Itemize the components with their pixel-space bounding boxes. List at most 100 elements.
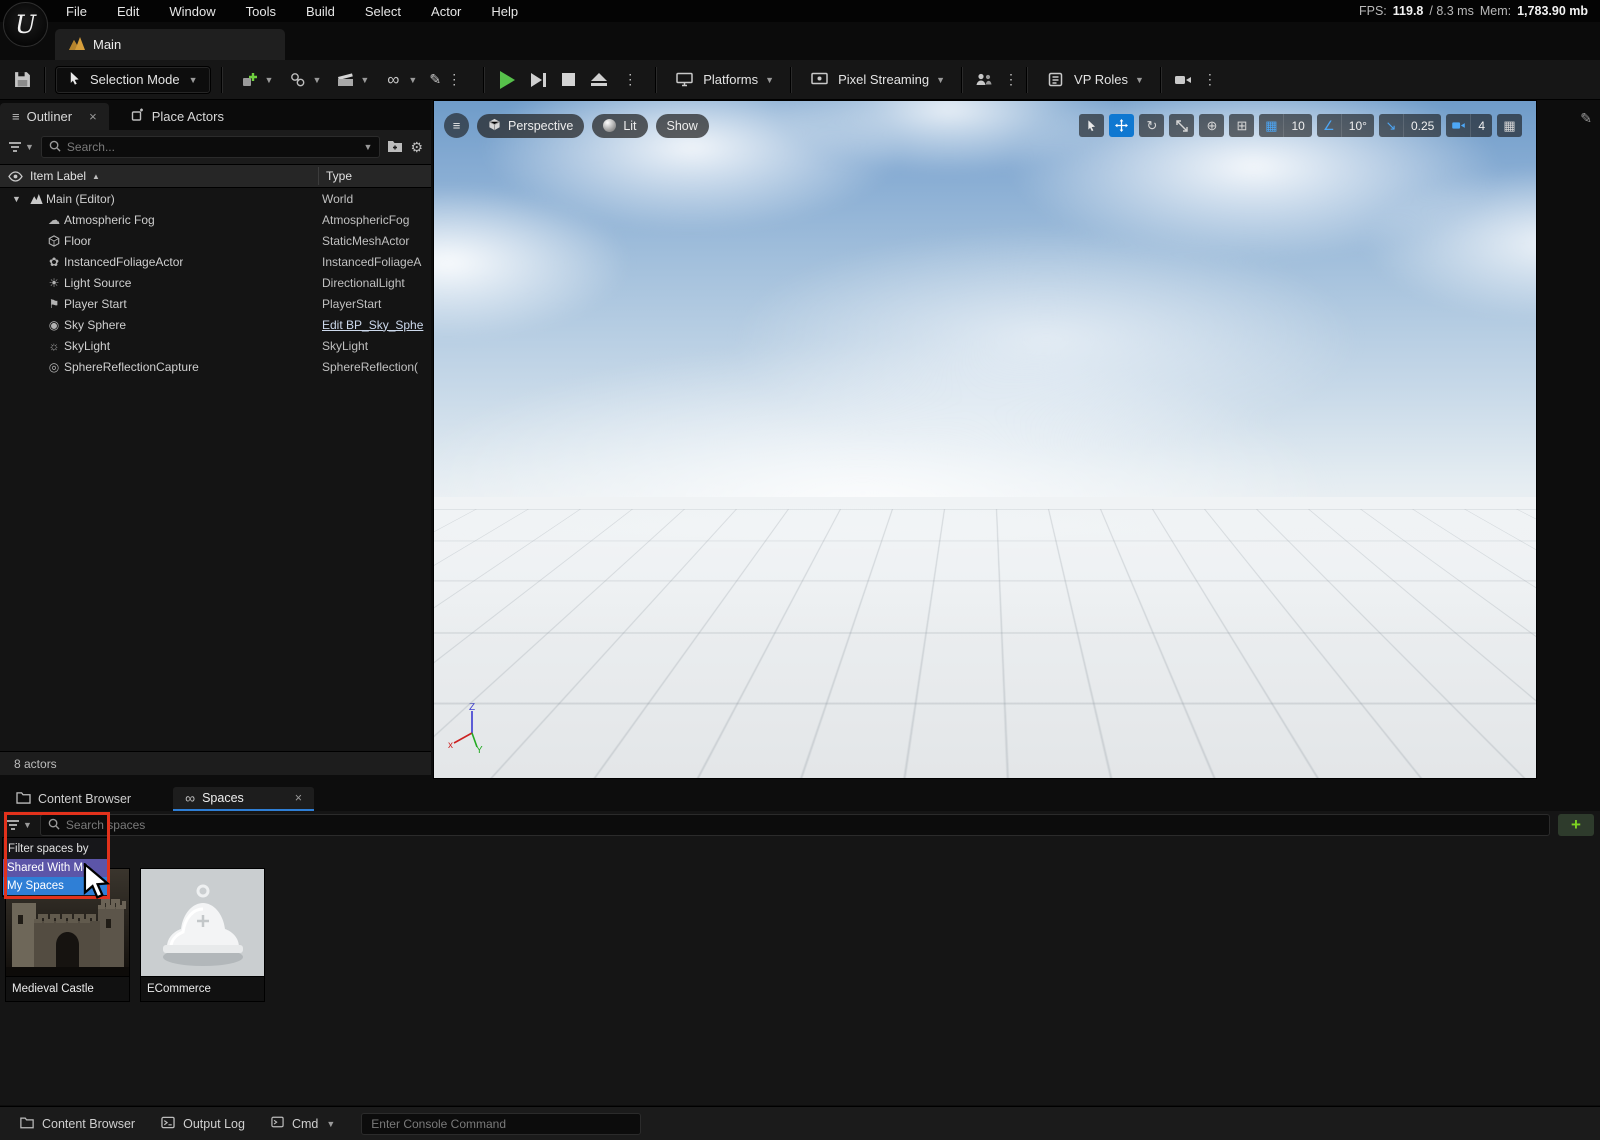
fps-value: 119.8 (1393, 4, 1424, 18)
menu-actor[interactable]: Actor (431, 4, 461, 19)
outliner-row-sphere-reflection[interactable]: ◎ SphereReflectionCapture SphereReflecti… (0, 356, 431, 377)
outliner-row-main-editor[interactable]: ▼ Main (Editor) World (0, 188, 431, 209)
search-icon (48, 818, 60, 833)
save-icon[interactable] (10, 68, 34, 92)
menu-help[interactable]: Help (491, 4, 518, 19)
filter-option-shared-with-me[interactable]: Shared With Me (3, 859, 109, 877)
tab-place-actors[interactable]: Place Actors (119, 103, 236, 130)
menu-build[interactable]: Build (306, 4, 335, 19)
scale-tool-icon[interactable] (1169, 114, 1194, 137)
close-icon[interactable]: × (295, 791, 302, 805)
pixel-streaming-dropdown[interactable]: Pixel Streaming ▼ (801, 65, 951, 95)
spaces-filter-icon[interactable]: ▼ (6, 819, 32, 832)
perspective-dropdown[interactable]: Perspective (477, 114, 584, 138)
move-tool-icon[interactable] (1109, 114, 1134, 137)
unreal-logo-icon[interactable]: U (3, 2, 48, 47)
reflection-capture-icon: ◎ (44, 360, 64, 374)
edit-blueprint-link[interactable]: Edit BP_Sky_Sphe (322, 318, 428, 332)
virtual-camera-icon[interactable] (1171, 68, 1195, 92)
expand-caret-icon[interactable]: ▼ (12, 194, 26, 204)
menu-select[interactable]: Select (365, 4, 401, 19)
camera-speed-value[interactable]: 4 (1470, 114, 1492, 137)
lit-dropdown[interactable]: Lit (592, 114, 647, 138)
blueprints-dropdown[interactable]: ▼ (279, 65, 327, 95)
console-command-input[interactable] (361, 1113, 641, 1135)
tab-spaces[interactable]: ∞ Spaces × (173, 787, 314, 811)
space-card-ecommerce[interactable]: ECommerce (140, 868, 265, 1002)
tab-content-browser[interactable]: Content Browser (4, 787, 143, 811)
surface-snap-icon[interactable]: ⊞ (1229, 114, 1254, 137)
viewport-menu-icon[interactable]: ≡ (444, 113, 469, 138)
spaces-search-input[interactable] (66, 818, 1542, 832)
multi-user-icon[interactable] (972, 68, 996, 92)
chevron-down-icon[interactable]: ▼ (364, 142, 373, 152)
menu-window[interactable]: Window (169, 4, 215, 19)
sidebar-expand-icon[interactable]: ✎ (1580, 110, 1592, 127)
spaces-search-box[interactable] (40, 814, 1550, 836)
outliner-row-atmospheric-fog[interactable]: ☁ Atmospheric Fog AtmosphericFog (0, 209, 431, 230)
status-output-log-button[interactable]: Output Log (161, 1116, 245, 1132)
world-space-globe-icon[interactable]: ⊕ (1199, 114, 1224, 137)
select-tool-icon[interactable] (1079, 114, 1104, 137)
scale-snap-value[interactable]: 0.25 (1403, 114, 1441, 137)
sequencer-icon: ∞ (381, 68, 405, 92)
landscape-mode-icon[interactable]: ✎ (423, 68, 447, 92)
grid-snap-value[interactable]: 10 (1283, 114, 1311, 137)
filter-icon[interactable]: ▼ (8, 141, 34, 154)
lit-sphere-icon (603, 119, 616, 132)
angle-snap-value[interactable]: 10° (1341, 114, 1374, 137)
outliner-row-sky-sphere[interactable]: ◉ Sky Sphere Edit BP_Sky_Sphe (0, 314, 431, 335)
show-dropdown[interactable]: Show (656, 114, 709, 138)
outliner-row-skylight[interactable]: ☼ SkyLight SkyLight (0, 335, 431, 356)
viewport-layout-icon[interactable]: ▦ (1497, 114, 1522, 137)
outliner-row-instanced-foliage[interactable]: ✿ InstancedFoliageActor InstancedFoliage… (0, 251, 431, 272)
spaces-tab-label: Spaces (202, 791, 244, 805)
toolbar-overflow-icon[interactable]: ⋮ (447, 71, 459, 88)
play-controls: ⋮ (494, 71, 641, 89)
place-actors-tab-label: Place Actors (152, 109, 224, 124)
directional-light-icon: ☀ (44, 276, 64, 290)
camera-speed-control[interactable]: 4 (1446, 114, 1492, 137)
scale-snap-control[interactable]: ↘ 0.25 (1379, 114, 1441, 137)
tab-main-level[interactable]: Main (55, 29, 285, 60)
rotate-tool-icon[interactable]: ↻ (1139, 114, 1164, 137)
stop-icon[interactable] (562, 73, 575, 86)
add-space-button[interactable]: + (1558, 814, 1594, 836)
play-icon[interactable] (500, 71, 515, 89)
rotation-snap-control[interactable]: ∠ 10° (1317, 114, 1374, 137)
sequencer-dropdown[interactable]: ∞ ▼ (375, 65, 423, 95)
new-folder-icon[interactable] (387, 139, 403, 156)
item-label-column-header[interactable]: Item Label (30, 169, 86, 183)
status-content-browser-label: Content Browser (42, 1117, 135, 1131)
vp-roles-dropdown[interactable]: VP Roles ▼ (1037, 65, 1150, 95)
frame-skip-icon[interactable] (531, 73, 546, 87)
close-icon[interactable]: × (89, 109, 97, 124)
camera-options-icon[interactable]: ⋮ (1203, 71, 1215, 88)
menu-edit[interactable]: Edit (117, 4, 139, 19)
outliner-search-input[interactable] (67, 140, 358, 154)
platforms-dropdown[interactable]: Platforms ▼ (666, 65, 780, 95)
collab-options-icon[interactable]: ⋮ (1004, 71, 1016, 88)
filter-option-my-spaces[interactable]: My Spaces (3, 877, 109, 895)
outliner-search-box[interactable]: ▼ (41, 136, 381, 158)
eject-icon[interactable] (591, 73, 607, 86)
add-actor-dropdown[interactable]: ▼ (232, 65, 280, 95)
play-options-icon[interactable]: ⋮ (623, 71, 635, 88)
selection-mode-dropdown[interactable]: Selection Mode ▼ (55, 66, 211, 94)
outliner-row-player-start[interactable]: ⚑ Player Start PlayerStart (0, 293, 431, 314)
horizon-fog (434, 497, 1536, 637)
cinematics-dropdown[interactable]: ▼ (327, 65, 375, 95)
settings-gear-icon[interactable]: ⚙ (410, 139, 423, 156)
axis-x-label: x (448, 740, 453, 751)
type-column-header[interactable]: Type (326, 169, 352, 183)
level-viewport[interactable]: ≡ Perspective Lit Show ↻ (433, 100, 1537, 779)
status-cmd-dropdown[interactable]: Cmd ▼ (271, 1116, 335, 1131)
status-content-browser-button[interactable]: Content Browser (20, 1116, 135, 1132)
menu-tools[interactable]: Tools (246, 4, 276, 19)
outliner-row-light-source[interactable]: ☀ Light Source DirectionalLight (0, 272, 431, 293)
outliner-row-floor[interactable]: Floor StaticMeshActor (0, 230, 431, 251)
visibility-eye-icon[interactable] (0, 171, 30, 182)
grid-snap-control[interactable]: ▦ 10 (1259, 114, 1311, 137)
menu-file[interactable]: File (66, 4, 87, 19)
tab-outliner[interactable]: ≡ Outliner × (0, 103, 109, 130)
